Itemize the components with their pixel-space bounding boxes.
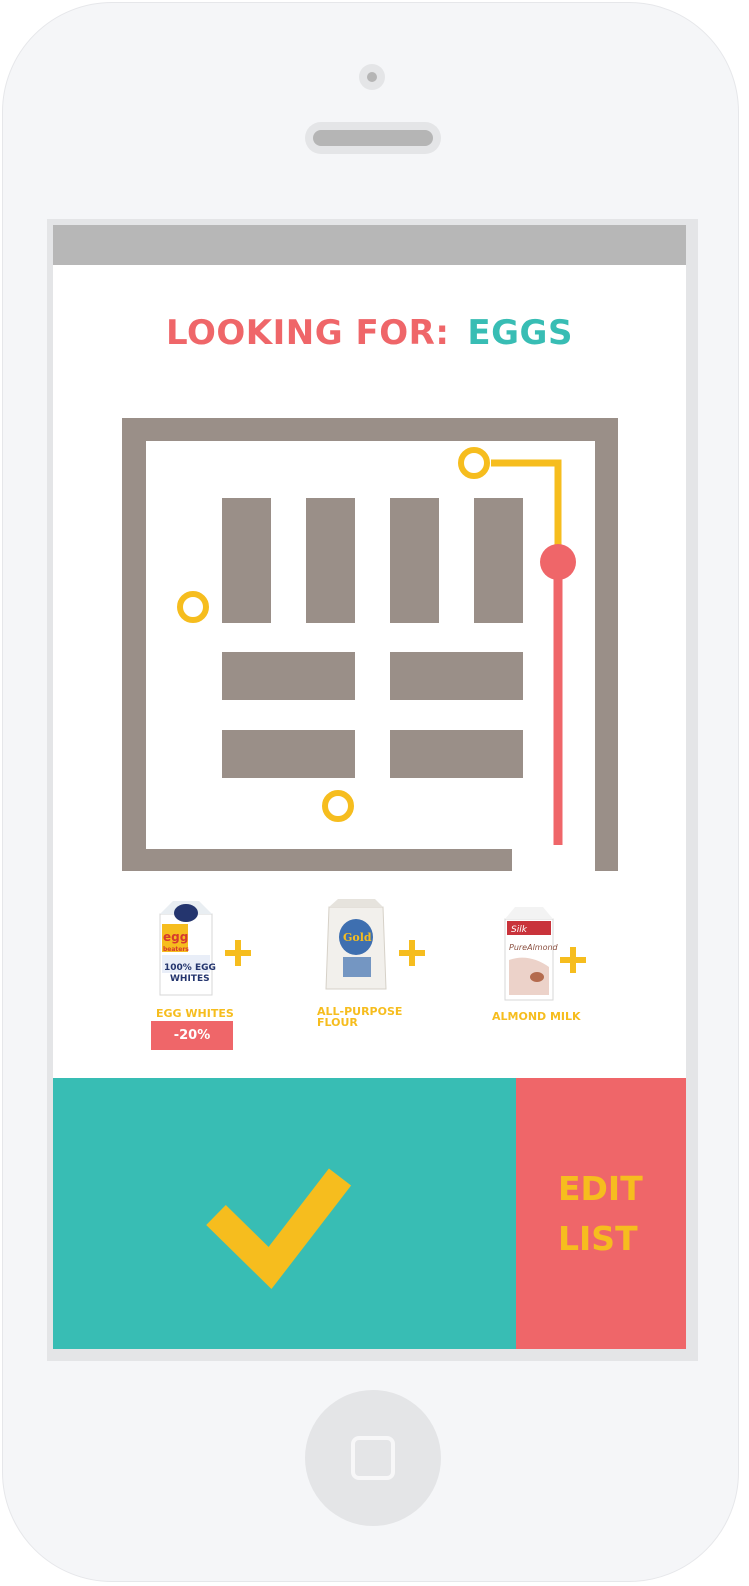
flour-bag-image: Gold	[325, 899, 387, 990]
aisle-shelf	[390, 498, 439, 623]
svg-text:Silk: Silk	[511, 925, 528, 935]
home-square-icon	[351, 1436, 395, 1480]
egg-whites-carton-image: egg beaters 100% EGG WHITES	[159, 901, 216, 996]
svg-text:100% EGG: 100% EGG	[164, 963, 216, 973]
wall-bottom	[122, 849, 512, 871]
confirm-button[interactable]	[53, 1078, 516, 1349]
waypoint-marker[interactable]	[322, 790, 354, 822]
wall-left	[122, 418, 146, 871]
wall-right	[595, 418, 618, 871]
aisle-shelf	[222, 652, 355, 700]
edit-list-label: EDIT LIST	[558, 1169, 643, 1258]
aisle-shelf	[222, 730, 355, 778]
plus-icon[interactable]	[399, 940, 425, 966]
speaker	[305, 122, 441, 154]
svg-text:Gold: Gold	[343, 931, 372, 944]
svg-text:beaters: beaters	[163, 946, 189, 953]
product-name-almond-milk: ALMOND MILK	[492, 1010, 581, 1023]
almond-milk-carton-image: Silk PureAlmond	[504, 907, 559, 1001]
svg-text:PureAlmond: PureAlmond	[509, 943, 559, 952]
home-button[interactable]	[305, 1390, 441, 1526]
waypoint-marker[interactable]	[177, 591, 209, 623]
aisle-shelf	[306, 498, 355, 623]
product-name-flour: ALL-PURPOSE FLOUR	[317, 1005, 403, 1029]
discount-badge: -20%	[151, 1021, 233, 1050]
svg-text:WHITES: WHITES	[170, 974, 210, 984]
aisle-shelf	[390, 730, 523, 778]
product-name-egg-whites: EGG WHITES	[156, 1007, 234, 1020]
wall-top	[122, 418, 618, 441]
aisle-shelf	[474, 498, 523, 623]
plus-icon[interactable]	[560, 947, 586, 973]
checkmark-icon	[206, 1168, 352, 1290]
waypoint-marker[interactable]	[458, 447, 490, 479]
aisle-shelf	[222, 498, 271, 623]
current-location-marker	[540, 544, 576, 580]
aisle-shelf	[390, 652, 523, 700]
svg-text:egg: egg	[163, 930, 188, 944]
camera	[359, 64, 385, 90]
plus-icon[interactable]	[225, 940, 251, 966]
edit-list-button[interactable]: EDIT LIST	[516, 1078, 686, 1349]
app-screen: LOOKING FOR: EGGS egg beaters 100% EGG W…	[53, 225, 686, 1349]
